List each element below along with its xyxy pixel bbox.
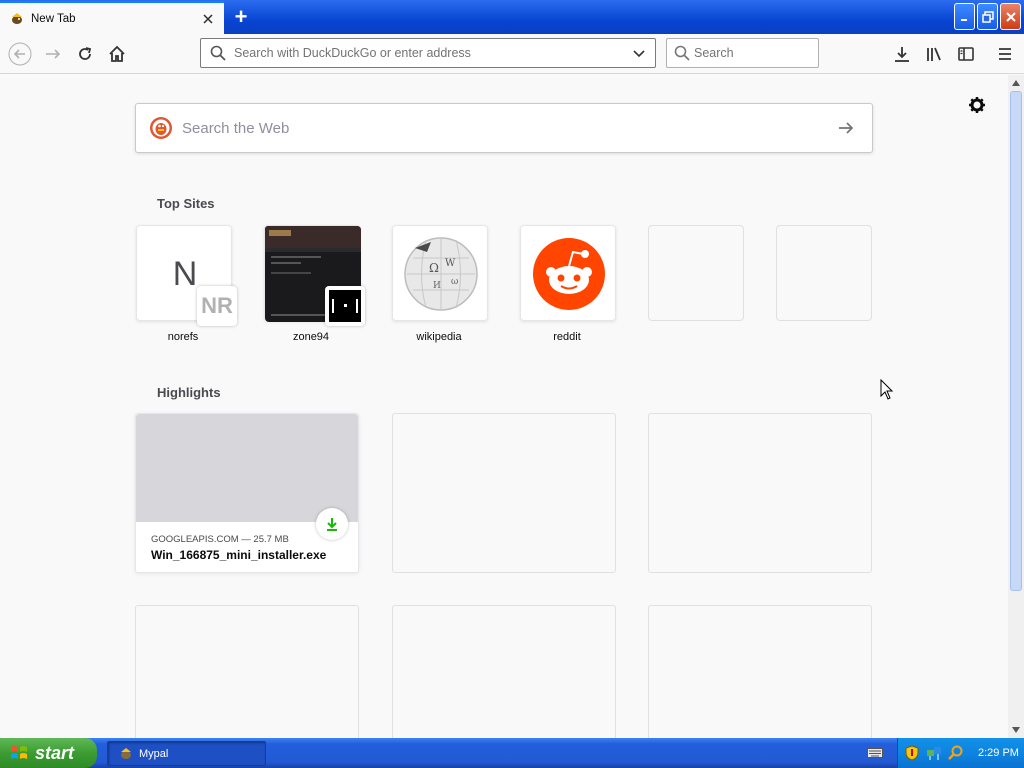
mypal-favicon-icon [9,11,25,27]
taskbar-item-label: Mypal [139,747,169,760]
duckduckgo-logo-icon [149,116,173,140]
highlight-card-empty [392,605,616,738]
security-shield-icon[interactable] [904,745,920,761]
norefs-badge-text: NR [201,293,233,318]
title-bar: New Tab + [0,0,1024,34]
highlight-card-empty [392,413,616,573]
minimize-button[interactable] [954,3,975,30]
new-tab-page: Top Sites N NR norefs zone94 [0,75,1008,738]
search-bar[interactable] [666,38,855,68]
wikipedia-globe-icon: Ω W И ω [404,237,478,311]
magnifier-icon[interactable] [948,745,964,761]
top-sites-heading: Top Sites [157,196,215,211]
top-site-reddit[interactable] [520,225,616,321]
system-tray: 2:29 PM [897,738,1024,768]
highlights-heading: Highlights [157,385,221,400]
search-icon [208,43,228,63]
back-arrow-icon[interactable] [8,42,32,66]
library-icon[interactable] [922,42,946,66]
scroll-down-icon[interactable] [1008,722,1024,738]
top-site-label[interactable]: norefs [135,331,231,343]
svg-text:W: W [445,258,456,269]
tab-new-tab[interactable]: New Tab [0,1,224,34]
forward-arrow-icon[interactable] [41,42,65,66]
web-search-input[interactable] [182,119,834,137]
network-icon[interactable] [926,745,942,761]
navigation-bar [0,34,1024,74]
sidebar-icon[interactable] [954,42,978,66]
clock: 2:29 PM [978,747,1019,759]
close-window-button[interactable] [1000,3,1021,30]
home-icon[interactable] [105,42,129,66]
menu-icon[interactable] [993,42,1017,66]
highlight-card[interactable]: GOOGLEAPIS.COM — 25.7 MB Win_166875_mini… [135,413,359,573]
svg-text:ω: ω [451,277,458,287]
norefs-badge: NR [197,286,237,326]
reload-icon[interactable] [73,42,97,66]
zone94-badge [325,286,365,326]
chevron-down-icon[interactable] [629,43,649,63]
top-site-label[interactable]: wikipedia [391,331,487,343]
top-site-zone94[interactable] [264,225,365,326]
gear-icon[interactable] [966,94,988,116]
highlight-preview [136,414,358,522]
url-bar[interactable] [200,38,656,68]
tab-title: New Tab [31,12,76,25]
taskbar: start Mypal 2:29 PM [0,738,1024,768]
highlight-title: Win_166875_mini_installer.exe [151,548,327,562]
new-tab-button[interactable]: + [226,2,256,32]
downloads-icon[interactable] [890,42,914,66]
highlight-card-empty [648,413,872,573]
top-site-empty[interactable] [648,225,744,321]
mouse-pointer-icon [880,379,894,400]
svg-text:Ω: Ω [429,261,439,275]
url-input[interactable] [234,46,629,60]
reddit-logo-icon [533,238,605,310]
svg-text:И: И [433,281,441,291]
download-icon [316,508,348,540]
scrollbar-thumb[interactable] [1010,91,1022,591]
top-site-label[interactable]: zone94 [263,331,359,343]
top-site-norefs[interactable]: N NR [136,225,237,326]
scroll-up-icon[interactable] [1008,75,1024,91]
start-label: start [35,742,75,763]
windows-flag-icon [11,746,27,759]
tab-close-icon[interactable] [197,8,219,30]
mypal-app-icon [118,746,134,762]
arrow-right-icon[interactable] [834,116,858,140]
top-site-label[interactable]: reddit [519,331,615,343]
vertical-scrollbar[interactable] [1008,75,1024,738]
top-site-empty[interactable] [776,225,872,321]
taskbar-item-mypal[interactable]: Mypal [107,741,266,766]
keyboard-icon[interactable] [866,745,884,761]
search-icon [674,43,690,63]
restore-button[interactable] [977,3,998,30]
highlight-meta: GOOGLEAPIS.COM — 25.7 MB [151,534,289,545]
search-input[interactable] [694,46,855,60]
highlight-card-empty [648,605,872,738]
web-search-box[interactable] [135,103,873,153]
start-button[interactable]: start [0,738,97,768]
top-site-wikipedia[interactable]: Ω W И ω [392,225,488,321]
highlight-card-empty [135,605,359,738]
